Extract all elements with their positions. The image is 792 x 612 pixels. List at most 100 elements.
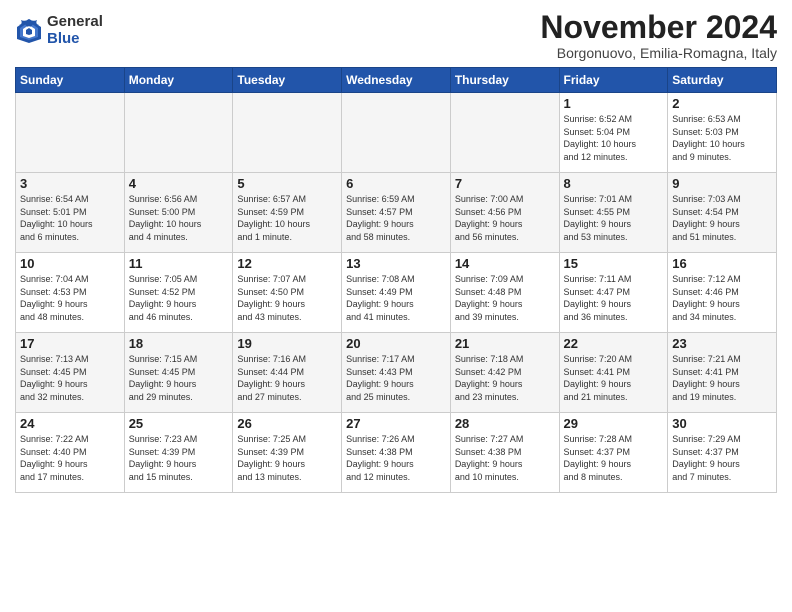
weekday-header-wednesday: Wednesday xyxy=(342,68,451,93)
day-info: Sunrise: 6:56 AM Sunset: 5:00 PM Dayligh… xyxy=(129,193,229,243)
day-info: Sunrise: 7:17 AM Sunset: 4:43 PM Dayligh… xyxy=(346,353,446,403)
calendar-cell: 2 Sunrise: 6:53 AM Sunset: 5:03 PM Daylig… xyxy=(668,93,777,173)
weekday-header-friday: Friday xyxy=(559,68,668,93)
day-number: 2 xyxy=(672,96,772,111)
day-info: Sunrise: 6:59 AM Sunset: 4:57 PM Dayligh… xyxy=(346,193,446,243)
calendar-cell xyxy=(342,93,451,173)
day-info: Sunrise: 7:29 AM Sunset: 4:37 PM Dayligh… xyxy=(672,433,772,483)
calendar-cell: 10 Sunrise: 7:04 AM Sunset: 4:53 PM Dayli… xyxy=(16,253,125,333)
day-number: 25 xyxy=(129,416,229,431)
logo: General Blue xyxy=(15,14,103,47)
day-info: Sunrise: 7:21 AM Sunset: 4:41 PM Dayligh… xyxy=(672,353,772,403)
day-number: 26 xyxy=(237,416,337,431)
day-number: 17 xyxy=(20,336,120,351)
day-info: Sunrise: 7:27 AM Sunset: 4:38 PM Dayligh… xyxy=(455,433,555,483)
week-row-2: 3 Sunrise: 6:54 AM Sunset: 5:01 PM Daylig… xyxy=(16,173,777,253)
day-info: Sunrise: 7:15 AM Sunset: 4:45 PM Dayligh… xyxy=(129,353,229,403)
calendar-cell: 6 Sunrise: 6:59 AM Sunset: 4:57 PM Daylig… xyxy=(342,173,451,253)
calendar-cell: 22 Sunrise: 7:20 AM Sunset: 4:41 PM Dayli… xyxy=(559,333,668,413)
day-number: 11 xyxy=(129,256,229,271)
calendar-cell: 27Sunrise: 7:26 AM Sunset: 4:38 PM Dayli… xyxy=(342,413,451,493)
day-number: 12 xyxy=(237,256,337,271)
calendar-cell: 17 Sunrise: 7:13 AM Sunset: 4:45 PM Dayli… xyxy=(16,333,125,413)
day-number: 3 xyxy=(20,176,120,191)
week-row-4: 17 Sunrise: 7:13 AM Sunset: 4:45 PM Dayli… xyxy=(16,333,777,413)
calendar-cell: 21Sunrise: 7:18 AM Sunset: 4:42 PM Dayli… xyxy=(450,333,559,413)
calendar-cell: 13 Sunrise: 7:08 AM Sunset: 4:49 PM Dayli… xyxy=(342,253,451,333)
calendar-cell: 20 Sunrise: 7:17 AM Sunset: 4:43 PM Dayli… xyxy=(342,333,451,413)
logo-icon xyxy=(15,17,43,45)
weekday-header-saturday: Saturday xyxy=(668,68,777,93)
day-info: Sunrise: 7:04 AM Sunset: 4:53 PM Dayligh… xyxy=(20,273,120,323)
day-info: Sunrise: 7:20 AM Sunset: 4:41 PM Dayligh… xyxy=(564,353,664,403)
day-info: Sunrise: 6:52 AM Sunset: 5:04 PM Dayligh… xyxy=(564,113,664,163)
logo-general: General xyxy=(47,13,103,30)
day-info: Sunrise: 7:00 AM Sunset: 4:56 PM Dayligh… xyxy=(455,193,555,243)
weekday-header-thursday: Thursday xyxy=(450,68,559,93)
day-number: 15 xyxy=(564,256,664,271)
day-info: Sunrise: 6:54 AM Sunset: 5:01 PM Dayligh… xyxy=(20,193,120,243)
day-info: Sunrise: 6:53 AM Sunset: 5:03 PM Dayligh… xyxy=(672,113,772,163)
day-number: 22 xyxy=(564,336,664,351)
weekday-header-monday: Monday xyxy=(124,68,233,93)
day-info: Sunrise: 7:25 AM Sunset: 4:39 PM Dayligh… xyxy=(237,433,337,483)
logo-text: General Blue xyxy=(47,14,103,47)
header: General Blue November 2024 Borgonuovo, E… xyxy=(15,10,777,61)
day-info: Sunrise: 7:28 AM Sunset: 4:37 PM Dayligh… xyxy=(564,433,664,483)
calendar-cell: 19 Sunrise: 7:16 AM Sunset: 4:44 PM Dayli… xyxy=(233,333,342,413)
day-info: Sunrise: 7:12 AM Sunset: 4:46 PM Dayligh… xyxy=(672,273,772,323)
logo-blue: Blue xyxy=(47,30,80,47)
day-number: 19 xyxy=(237,336,337,351)
day-number: 20 xyxy=(346,336,446,351)
weekday-header-sunday: Sunday xyxy=(16,68,125,93)
calendar-cell: 8Sunrise: 7:01 AM Sunset: 4:55 PM Daylig… xyxy=(559,173,668,253)
day-number: 14 xyxy=(455,256,555,271)
day-number: 21 xyxy=(455,336,555,351)
week-row-1: 1 Sunrise: 6:52 AM Sunset: 5:04 PM Daylig… xyxy=(16,93,777,173)
day-number: 5 xyxy=(237,176,337,191)
calendar-cell: 28Sunrise: 7:27 AM Sunset: 4:38 PM Dayli… xyxy=(450,413,559,493)
calendar-cell: 30 Sunrise: 7:29 AM Sunset: 4:37 PM Dayli… xyxy=(668,413,777,493)
calendar-cell: 24 Sunrise: 7:22 AM Sunset: 4:40 PM Dayli… xyxy=(16,413,125,493)
day-number: 8 xyxy=(564,176,664,191)
calendar-cell: 18 Sunrise: 7:15 AM Sunset: 4:45 PM Dayli… xyxy=(124,333,233,413)
calendar-cell: 25Sunrise: 7:23 AM Sunset: 4:39 PM Dayli… xyxy=(124,413,233,493)
day-number: 1 xyxy=(564,96,664,111)
day-info: Sunrise: 7:16 AM Sunset: 4:44 PM Dayligh… xyxy=(237,353,337,403)
calendar-cell: 23Sunrise: 7:21 AM Sunset: 4:41 PM Dayli… xyxy=(668,333,777,413)
day-info: Sunrise: 7:09 AM Sunset: 4:48 PM Dayligh… xyxy=(455,273,555,323)
calendar-cell: 15Sunrise: 7:11 AM Sunset: 4:47 PM Dayli… xyxy=(559,253,668,333)
day-number: 30 xyxy=(672,416,772,431)
weekday-header-row: SundayMondayTuesdayWednesdayThursdayFrid… xyxy=(16,68,777,93)
day-info: Sunrise: 7:08 AM Sunset: 4:49 PM Dayligh… xyxy=(346,273,446,323)
week-row-5: 24 Sunrise: 7:22 AM Sunset: 4:40 PM Dayli… xyxy=(16,413,777,493)
calendar-cell: 1 Sunrise: 6:52 AM Sunset: 5:04 PM Daylig… xyxy=(559,93,668,173)
day-number: 27 xyxy=(346,416,446,431)
day-info: Sunrise: 7:03 AM Sunset: 4:54 PM Dayligh… xyxy=(672,193,772,243)
calendar-cell: 29 Sunrise: 7:28 AM Sunset: 4:37 PM Dayli… xyxy=(559,413,668,493)
calendar-cell: 14 Sunrise: 7:09 AM Sunset: 4:48 PM Dayli… xyxy=(450,253,559,333)
calendar-cell xyxy=(124,93,233,173)
day-info: Sunrise: 6:57 AM Sunset: 4:59 PM Dayligh… xyxy=(237,193,337,243)
calendar-cell: 12 Sunrise: 7:07 AM Sunset: 4:50 PM Dayli… xyxy=(233,253,342,333)
day-info: Sunrise: 7:22 AM Sunset: 4:40 PM Dayligh… xyxy=(20,433,120,483)
location: Borgonuovo, Emilia-Romagna, Italy xyxy=(540,45,777,61)
day-info: Sunrise: 7:13 AM Sunset: 4:45 PM Dayligh… xyxy=(20,353,120,403)
day-number: 24 xyxy=(20,416,120,431)
day-number: 9 xyxy=(672,176,772,191)
day-number: 16 xyxy=(672,256,772,271)
calendar-cell xyxy=(233,93,342,173)
day-number: 4 xyxy=(129,176,229,191)
day-number: 18 xyxy=(129,336,229,351)
calendar-cell: 26 Sunrise: 7:25 AM Sunset: 4:39 PM Dayli… xyxy=(233,413,342,493)
calendar-cell: 4 Sunrise: 6:56 AM Sunset: 5:00 PM Daylig… xyxy=(124,173,233,253)
day-number: 13 xyxy=(346,256,446,271)
day-number: 6 xyxy=(346,176,446,191)
day-number: 10 xyxy=(20,256,120,271)
day-info: Sunrise: 7:07 AM Sunset: 4:50 PM Dayligh… xyxy=(237,273,337,323)
calendar-cell xyxy=(450,93,559,173)
day-number: 29 xyxy=(564,416,664,431)
title-block: November 2024 Borgonuovo, Emilia-Romagna… xyxy=(540,10,777,61)
day-number: 7 xyxy=(455,176,555,191)
calendar-cell: 11Sunrise: 7:05 AM Sunset: 4:52 PM Dayli… xyxy=(124,253,233,333)
